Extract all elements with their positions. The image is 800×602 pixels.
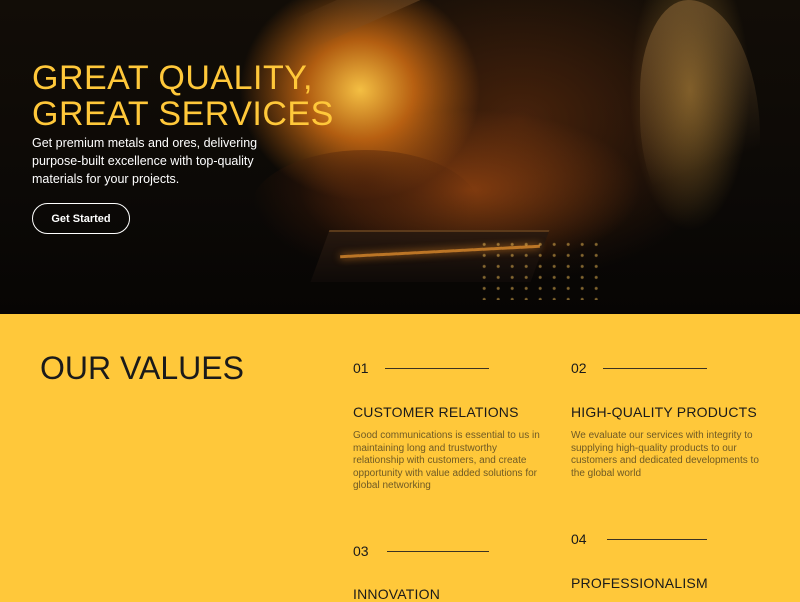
hero-section: GREAT QUALITY, GREAT SERVICES Get premiu…: [0, 0, 800, 314]
hero-sparks: [480, 240, 600, 300]
value-divider: [603, 368, 707, 369]
value-number: 03: [353, 543, 369, 559]
value-number: 04: [571, 531, 587, 547]
value-heading: PROFESSIONALISM: [571, 575, 708, 591]
value-number: 01: [353, 360, 369, 376]
hero-subtitle: Get premium metals and ores, delivering …: [32, 136, 258, 186]
value-divider: [387, 551, 489, 552]
hero-background-beam: [293, 0, 545, 51]
value-description: We evaluate our services with integrity …: [571, 430, 759, 479]
value-divider: [607, 539, 707, 540]
value-number: 02: [571, 360, 587, 376]
hero-title-line2: GREAT SERVICES: [32, 95, 334, 133]
hero-background-worker: [640, 0, 760, 230]
value-description: Good communications is essential to us i…: [353, 430, 540, 491]
value-heading: HIGH-QUALITY PRODUCTS: [571, 404, 757, 420]
hero-title-line1: GREAT QUALITY,: [32, 59, 313, 97]
value-divider: [385, 368, 489, 369]
value-heading: CUSTOMER RELATIONS: [353, 404, 519, 420]
values-title: OUR VALUES: [40, 350, 244, 386]
get-started-button[interactable]: Get Started: [32, 203, 130, 234]
hero-title: GREAT QUALITY, GREAT SERVICES: [32, 60, 334, 132]
